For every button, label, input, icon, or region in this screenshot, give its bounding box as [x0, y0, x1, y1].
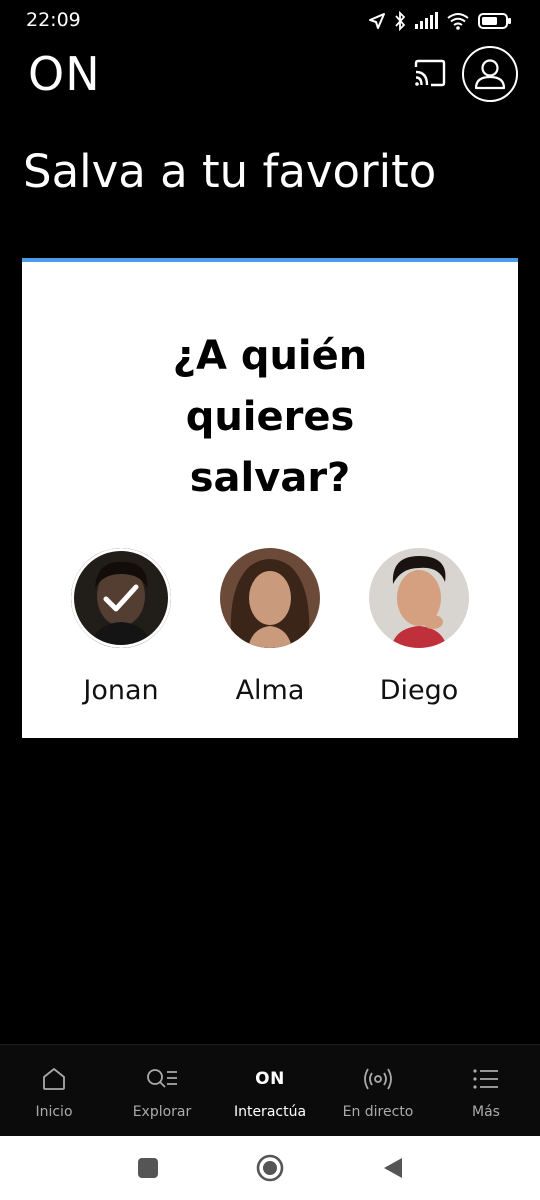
candidate-name: Diego	[379, 675, 459, 706]
location-icon	[369, 13, 385, 29]
home-circle-icon[interactable]	[256, 1154, 284, 1182]
candidate-photo	[220, 548, 320, 648]
nav-label: En directo	[342, 1104, 414, 1120]
signal-icon	[415, 12, 438, 29]
portrait-image	[369, 548, 469, 648]
search-list-icon	[147, 1069, 177, 1088]
candidate-photo	[369, 548, 469, 648]
nav-item-explorar[interactable]: Explorar	[108, 1045, 216, 1136]
menu-list-icon	[473, 1069, 498, 1089]
status-time: 22:09	[26, 9, 81, 31]
on-logo-icon: ON	[255, 1069, 285, 1089]
candidate-name: Jonan	[83, 675, 159, 706]
candidate-jonan[interactable]: Jonan	[51, 548, 191, 708]
app-logo[interactable]: ON	[28, 48, 101, 100]
poll-question-line: ¿A quién	[172, 333, 368, 379]
poll-card: ¿A quién quieres salvar? Jonan Alma Dieg…	[22, 258, 518, 738]
selected-ring	[71, 548, 171, 648]
nav-label: Explorar	[132, 1104, 192, 1120]
nav-item-interactua[interactable]: ON Interactúa	[216, 1045, 324, 1136]
nav-label: Más	[472, 1104, 500, 1120]
bottom-nav: Inicio Explorar ON Interactúa En directo…	[0, 1044, 540, 1136]
cast-button[interactable]	[413, 59, 447, 87]
poll-question: ¿A quién quieres salvar?	[22, 326, 518, 509]
nav-item-inicio[interactable]: Inicio	[0, 1045, 108, 1136]
portrait-image	[220, 548, 320, 648]
status-icons	[368, 9, 512, 33]
poll-question-line: salvar?	[189, 455, 351, 501]
system-nav-bar	[0, 1136, 540, 1200]
recents-icon[interactable]	[137, 1157, 159, 1179]
nav-label: Inicio	[35, 1104, 73, 1120]
candidate-name: Alma	[235, 675, 305, 706]
candidate-photo	[71, 548, 171, 648]
page-title: Salva a tu favorito	[23, 145, 437, 198]
back-icon[interactable]	[382, 1156, 404, 1180]
wifi-icon	[447, 13, 469, 30]
cast-icon	[414, 59, 446, 87]
poll-question-line: quieres	[185, 394, 355, 440]
candidate-diego[interactable]: Diego	[349, 548, 489, 708]
user-icon	[474, 59, 506, 90]
live-broadcast-icon	[364, 1068, 392, 1090]
nav-label: Interactúa	[233, 1104, 307, 1120]
status-bar: 22:09	[0, 0, 540, 42]
home-icon	[43, 1068, 65, 1090]
nav-item-mas[interactable]: Más	[432, 1045, 540, 1136]
battery-icon	[478, 13, 511, 29]
candidate-alma[interactable]: Alma	[200, 548, 340, 708]
profile-button[interactable]	[462, 46, 518, 102]
bluetooth-icon	[395, 11, 406, 31]
nav-item-en-directo[interactable]: En directo	[324, 1045, 432, 1136]
